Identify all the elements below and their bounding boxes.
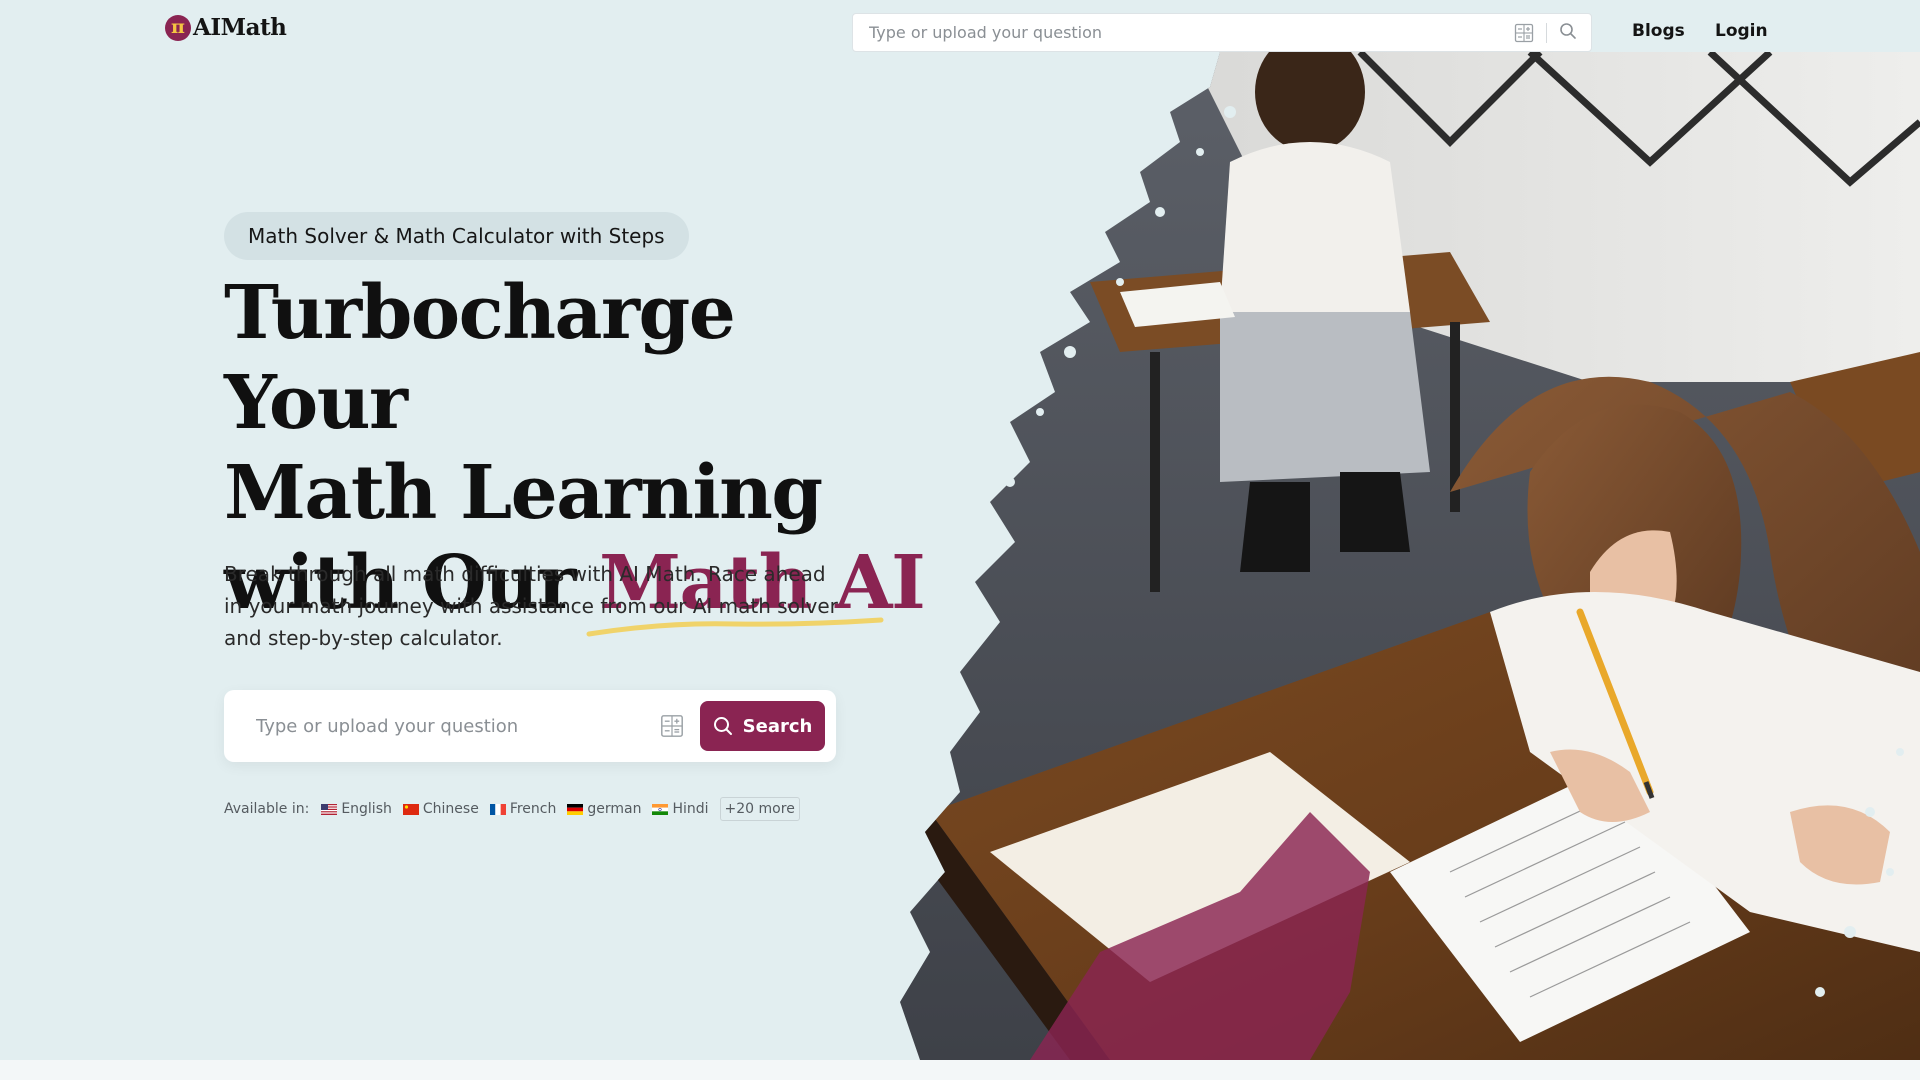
search-icon xyxy=(713,717,732,735)
nav-blogs-link[interactable]: Blogs xyxy=(1632,21,1685,41)
language-label: Hindi xyxy=(672,801,709,817)
language-label: german xyxy=(587,801,642,817)
header-search-bar xyxy=(852,13,1592,52)
search-button-label: Search xyxy=(742,715,813,737)
cn-flag-icon xyxy=(402,803,419,815)
language-hindi[interactable]: Hindi xyxy=(652,801,709,817)
de-flag-icon xyxy=(567,803,584,815)
fr-flag-icon xyxy=(489,803,506,815)
more-languages-badge[interactable]: +20 more xyxy=(719,797,800,821)
us-flag-icon xyxy=(321,803,338,815)
hero-subtext: Break through all math difficulties with… xyxy=(224,562,838,650)
search-divider xyxy=(1546,22,1547,43)
search-icon[interactable] xyxy=(1559,22,1577,44)
headline-line-1: Turbocharge Your xyxy=(224,270,736,446)
language-label: English xyxy=(341,801,392,817)
tagline-pill: Math Solver & Math Calculator with Steps xyxy=(224,212,689,260)
logo-text: AIMath xyxy=(193,14,287,41)
language-english[interactable]: English xyxy=(321,801,392,817)
calculator-icon[interactable] xyxy=(1514,23,1534,43)
hero-classroom-photo xyxy=(900,52,1920,1060)
nav-login-link[interactable]: Login xyxy=(1715,21,1768,41)
language-label: Chinese xyxy=(422,801,479,817)
calculator-icon[interactable] xyxy=(660,714,684,738)
language-label: French xyxy=(509,801,557,817)
language-german[interactable]: german xyxy=(567,801,641,817)
main-search-input[interactable] xyxy=(256,715,660,737)
in-flag-icon xyxy=(652,803,669,815)
search-button[interactable]: Search xyxy=(700,701,825,751)
language-french[interactable]: French xyxy=(489,801,557,817)
section-divider xyxy=(0,1060,1920,1080)
available-languages: Available in: English Chinese French ger… xyxy=(224,796,800,822)
main-search-bar: Search xyxy=(224,690,836,762)
pi-logo-icon: π xyxy=(165,14,191,41)
header-search-input[interactable] xyxy=(869,23,1514,42)
headline-line-2: Math Learning xyxy=(224,450,823,536)
site-logo[interactable]: π AIMath xyxy=(165,14,287,41)
available-label: Available in: xyxy=(224,801,310,817)
language-chinese[interactable]: Chinese xyxy=(402,801,479,817)
